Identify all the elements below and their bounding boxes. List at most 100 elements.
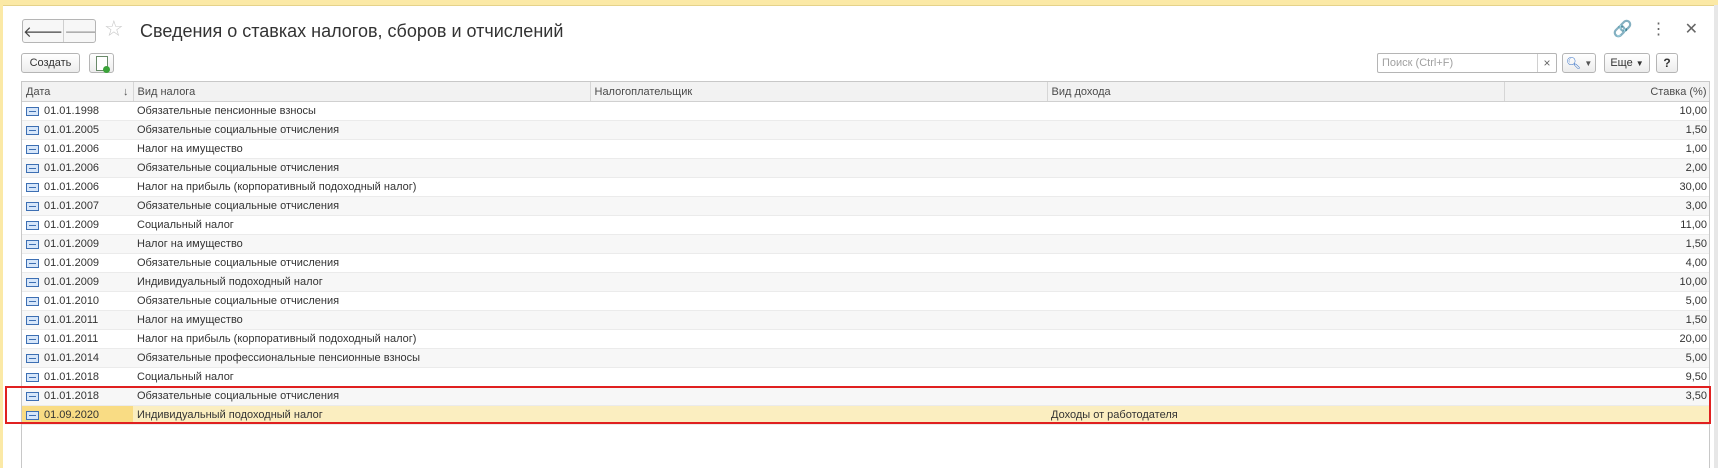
cell-taxpayer[interactable] <box>590 101 1047 121</box>
cell-income-type[interactable] <box>1047 291 1504 311</box>
cell-rate[interactable]: 1,50 <box>1504 310 1709 330</box>
cell-date[interactable]: 01.01.2009 <box>22 272 133 292</box>
close-icon[interactable]: ✕ <box>1685 19 1698 41</box>
column-header-date[interactable]: Дата ↓ <box>22 82 134 102</box>
cell-date[interactable]: 01.01.1998 <box>22 101 133 121</box>
table-row[interactable]: 01.01.2009 Налог на имущество 1,50 <box>22 234 1709 254</box>
clear-search-icon[interactable]: × <box>1537 54 1556 72</box>
cell-income-type[interactable] <box>1047 310 1504 330</box>
cell-taxpayer[interactable] <box>590 196 1047 216</box>
table-row[interactable]: 01.01.2018 Обязательные социальные отчисл… <box>22 386 1709 406</box>
cell-tax-type[interactable]: Обязательные социальные отчисления <box>133 386 590 406</box>
table-row[interactable]: 01.01.2007 Обязательные социальные отчисл… <box>22 196 1709 216</box>
cell-date[interactable]: 01.01.2007 <box>22 196 133 216</box>
table-row[interactable]: 01.01.2005 Обязательные социальные отчисл… <box>22 120 1709 140</box>
column-header-rate[interactable]: Ставка (%) <box>1504 82 1709 102</box>
cell-rate[interactable]: 20,00 <box>1504 329 1709 349</box>
cell-income-type[interactable] <box>1047 120 1504 140</box>
cell-tax-type[interactable]: Налог на имущество <box>133 310 590 330</box>
cell-date[interactable]: 01.01.2006 <box>22 158 133 178</box>
cell-rate[interactable]: 1,50 <box>1504 120 1709 140</box>
cell-income-type[interactable] <box>1047 253 1504 273</box>
column-header-taxpayer[interactable]: Налогоплательщик <box>590 82 1048 102</box>
cell-rate[interactable]: 5,00 <box>1504 291 1709 311</box>
cell-taxpayer[interactable] <box>590 329 1047 349</box>
cell-income-type[interactable] <box>1047 101 1504 121</box>
window-scrollbar[interactable] <box>1714 5 1718 468</box>
forward-button[interactable]: 🡒 <box>63 20 95 42</box>
cell-tax-type[interactable]: Социальный налог <box>133 215 590 235</box>
cell-date[interactable]: 01.09.2020 <box>22 405 133 425</box>
cell-date[interactable]: 01.01.2014 <box>22 348 133 368</box>
table-row[interactable]: 01.01.2009 Обязательные социальные отчисл… <box>22 253 1709 273</box>
cell-rate[interactable]: 9,50 <box>1504 367 1709 387</box>
add-copy-button[interactable] <box>89 53 114 73</box>
table-row[interactable]: 01.01.2006 Налог на прибыль (корпоративны… <box>22 177 1709 197</box>
column-header-tax-type[interactable]: Вид налога <box>133 82 591 102</box>
cell-date[interactable]: 01.01.2018 <box>22 367 133 387</box>
table-row[interactable]: 01.01.2006 Налог на имущество 1,00 <box>22 139 1709 159</box>
cell-taxpayer[interactable] <box>590 348 1047 368</box>
cell-date[interactable]: 01.01.2009 <box>22 253 133 273</box>
column-header-income-type[interactable]: Вид дохода <box>1047 82 1505 102</box>
table-row[interactable]: 01.01.2006 Обязательные социальные отчисл… <box>22 158 1709 178</box>
cell-income-type[interactable] <box>1047 196 1504 216</box>
table-row[interactable]: 01.01.2011 Налог на прибыль (корпоративны… <box>22 329 1709 349</box>
cell-taxpayer[interactable] <box>590 386 1047 406</box>
cell-date[interactable]: 01.01.2011 <box>22 329 133 349</box>
cell-rate[interactable]: 11,00 <box>1504 215 1709 235</box>
cell-tax-type[interactable]: Индивидуальный подоходный налог <box>133 405 590 425</box>
cell-rate[interactable]: 10,00 <box>1504 272 1709 292</box>
cell-tax-type[interactable]: Обязательные социальные отчисления <box>133 291 590 311</box>
cell-income-type[interactable] <box>1047 386 1504 406</box>
cell-tax-type[interactable]: Обязательные социальные отчисления <box>133 120 590 140</box>
table-row[interactable]: 01.01.2011 Налог на имущество 1,50 <box>22 310 1709 330</box>
cell-date[interactable]: 01.01.2018 <box>22 386 133 406</box>
cell-tax-type[interactable]: Обязательные профессиональные пенсионные… <box>133 348 590 368</box>
search-button[interactable]: 🔍︎ ▼ <box>1562 53 1596 73</box>
cell-income-type[interactable]: Доходы от работодателя <box>1047 405 1504 425</box>
cell-rate[interactable]: 5,00 <box>1504 348 1709 368</box>
cell-date[interactable]: 01.01.2005 <box>22 120 133 140</box>
cell-taxpayer[interactable] <box>590 120 1047 140</box>
cell-income-type[interactable] <box>1047 139 1504 159</box>
cell-rate[interactable]: 30,00 <box>1504 177 1709 197</box>
cell-date[interactable]: 01.01.2006 <box>22 139 133 159</box>
cell-tax-type[interactable]: Налог на имущество <box>133 234 590 254</box>
back-button[interactable]: 🡐 <box>23 20 63 42</box>
cell-taxpayer[interactable] <box>590 177 1047 197</box>
cell-rate[interactable] <box>1504 405 1709 425</box>
create-button[interactable]: Создать <box>21 53 80 73</box>
more-button[interactable]: Еще ▼ <box>1604 53 1650 73</box>
favorite-star-icon[interactable]: ☆ <box>104 17 124 41</box>
cell-date[interactable]: 01.01.2006 <box>22 177 133 197</box>
table-row[interactable]: 01.01.2009 Индивидуальный подоходный нало… <box>22 272 1709 292</box>
cell-tax-type[interactable]: Налог на прибыль (корпоративный подоходн… <box>133 177 590 197</box>
table-row[interactable]: 01.09.2020 Индивидуальный подоходный нало… <box>22 405 1709 425</box>
cell-rate[interactable]: 1,50 <box>1504 234 1709 254</box>
cell-taxpayer[interactable] <box>590 291 1047 311</box>
cell-rate[interactable]: 10,00 <box>1504 101 1709 121</box>
cell-tax-type[interactable]: Обязательные социальные отчисления <box>133 158 590 178</box>
table-row[interactable]: 01.01.2014 Обязательные профессиональные … <box>22 348 1709 368</box>
cell-rate[interactable]: 2,00 <box>1504 158 1709 178</box>
cell-taxpayer[interactable] <box>590 215 1047 235</box>
cell-income-type[interactable] <box>1047 177 1504 197</box>
table-row[interactable]: 01.01.2010 Обязательные социальные отчисл… <box>22 291 1709 311</box>
cell-rate[interactable]: 1,00 <box>1504 139 1709 159</box>
cell-tax-type[interactable]: Обязательные пенсионные взносы <box>133 101 590 121</box>
cell-taxpayer[interactable] <box>590 253 1047 273</box>
cell-taxpayer[interactable] <box>590 310 1047 330</box>
more-vertical-icon[interactable]: ⋮ <box>1651 19 1667 41</box>
cell-income-type[interactable] <box>1047 234 1504 254</box>
cell-taxpayer[interactable] <box>590 234 1047 254</box>
search-input[interactable] <box>1378 54 1537 72</box>
cell-date[interactable]: 01.01.2009 <box>22 215 133 235</box>
cell-income-type[interactable] <box>1047 367 1504 387</box>
cell-income-type[interactable] <box>1047 329 1504 349</box>
cell-tax-type[interactable]: Налог на прибыль (корпоративный подоходн… <box>133 329 590 349</box>
cell-taxpayer[interactable] <box>590 139 1047 159</box>
cell-taxpayer[interactable] <box>590 367 1047 387</box>
cell-tax-type[interactable]: Налог на имущество <box>133 139 590 159</box>
cell-tax-type[interactable]: Социальный налог <box>133 367 590 387</box>
